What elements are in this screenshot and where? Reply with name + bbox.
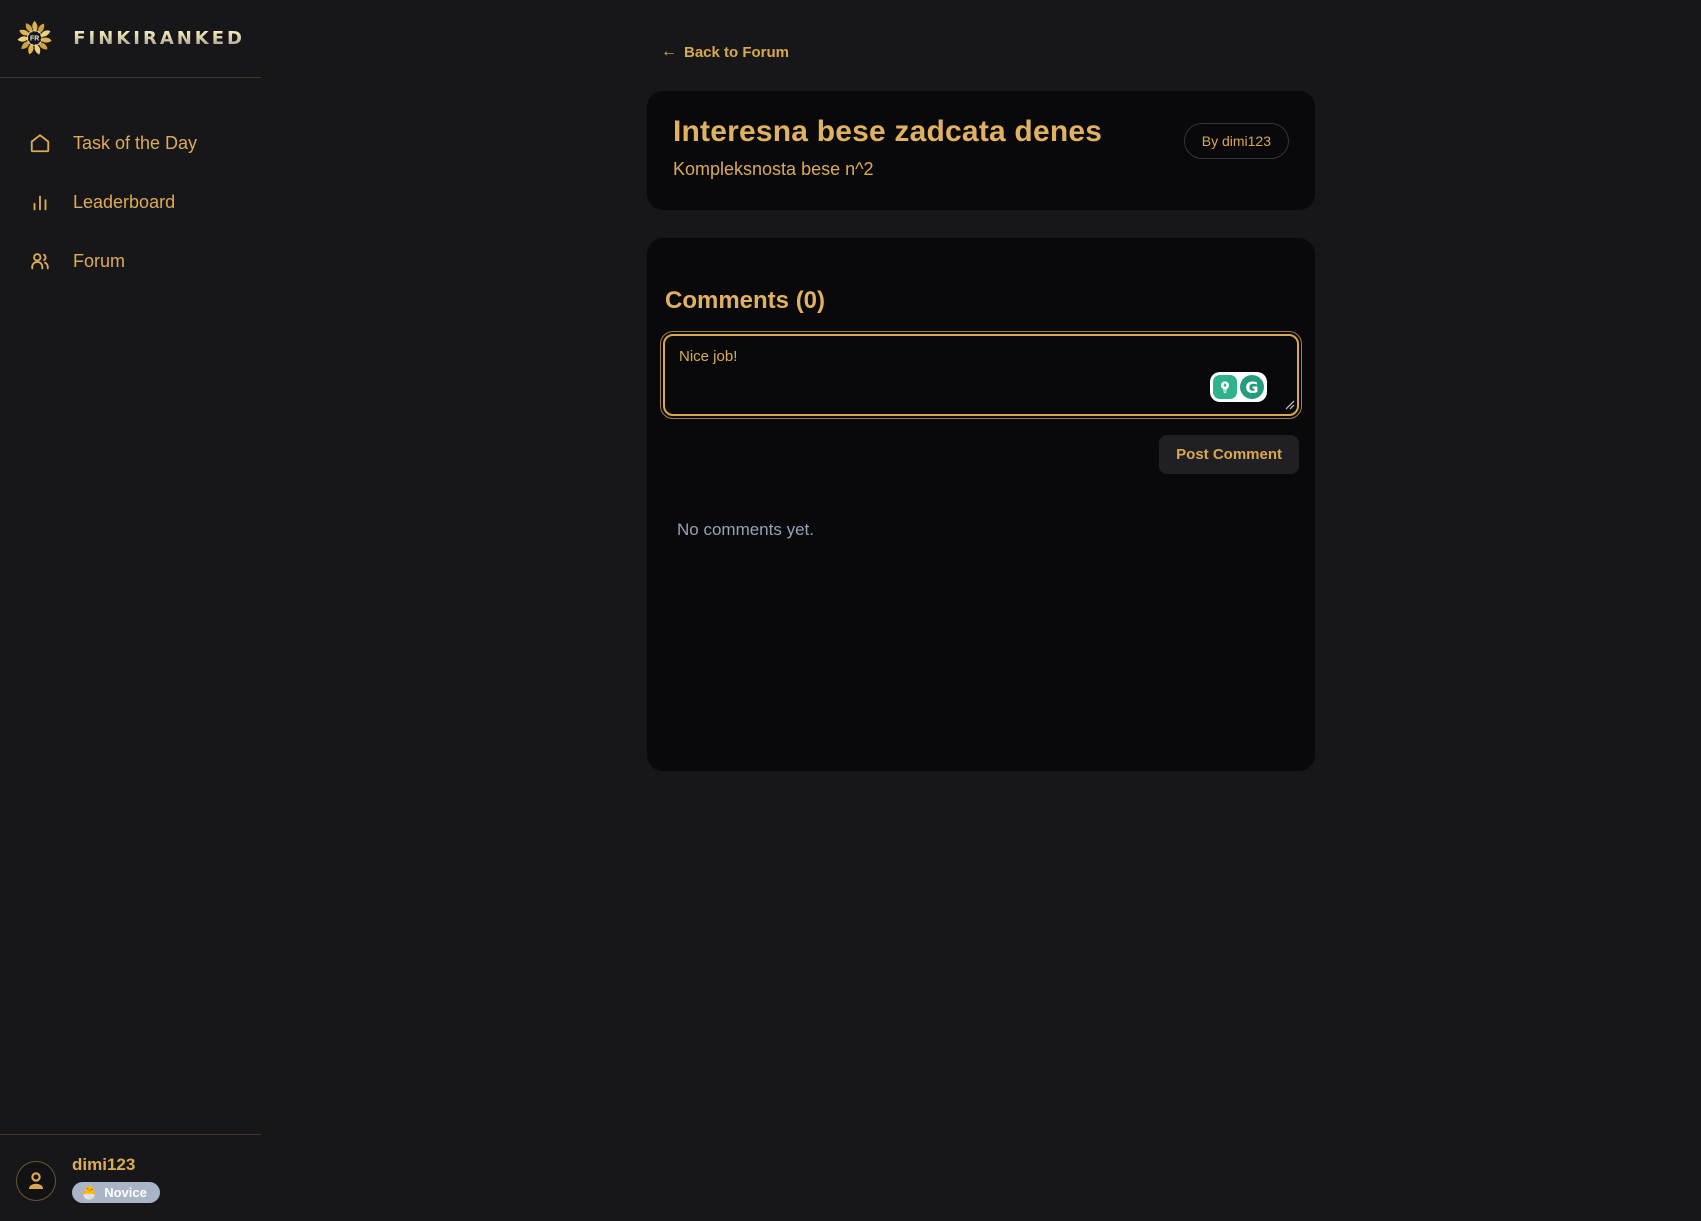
- sidebar-item-label: Task of the Day: [73, 133, 197, 154]
- bar-chart-icon: [29, 191, 51, 213]
- laurel-wreath-logo-icon: FR: [14, 15, 55, 61]
- grammarly-suggestions-icon[interactable]: [1213, 375, 1237, 399]
- post-body: Kompleksnosta bese n^2: [673, 159, 1102, 180]
- textarea-resize-handle[interactable]: [1284, 399, 1295, 410]
- sidebar-user-section: dimi123 🐣 Novice: [0, 1134, 261, 1221]
- comment-input-wrapper: Nice job! G: [663, 334, 1299, 416]
- user-meta: dimi123 🐣 Novice: [72, 1155, 160, 1203]
- comments-card: Comments (0) Nice job! G: [647, 238, 1315, 771]
- brand-logo[interactable]: FR FINKIRANKED: [0, 0, 261, 77]
- avatar: [16, 1161, 56, 1201]
- person-icon: [24, 1169, 48, 1193]
- main-content: ← Back to Forum Interesna bese zadcata d…: [261, 0, 1701, 1221]
- post-card: Interesna bese zadcata denes Kompleksnos…: [647, 91, 1315, 210]
- back-to-forum-link[interactable]: ← Back to Forum: [647, 43, 789, 61]
- sidebar: FR FINKIRANKED Task of the Day Leaderboa…: [0, 0, 261, 1221]
- sidebar-item-forum[interactable]: Forum: [16, 248, 245, 274]
- rank-badge: 🐣 Novice: [72, 1182, 160, 1203]
- comments-empty-state: No comments yet.: [663, 520, 1299, 540]
- grammarly-icon[interactable]: G: [1240, 375, 1264, 399]
- user-name: dimi123: [72, 1155, 160, 1175]
- comment-actions-row: Post Comment: [663, 435, 1299, 474]
- sidebar-nav: Task of the Day Leaderboard Forum: [0, 130, 261, 274]
- post-text-block: Interesna bese zadcata denes Kompleksnos…: [673, 115, 1102, 180]
- back-link-label: Back to Forum: [684, 44, 789, 61]
- brand-wordmark: FINKIRANKED: [73, 28, 245, 49]
- author-badge: By dimi123: [1184, 123, 1289, 159]
- left-arrow-icon: ←: [661, 43, 677, 61]
- sidebar-item-label: Leaderboard: [73, 192, 175, 213]
- logo-monogram: FR: [30, 36, 39, 43]
- content-column: ← Back to Forum Interesna bese zadcata d…: [647, 43, 1315, 771]
- chick-emoji-icon: 🐣: [81, 1186, 97, 1199]
- grammarly-widget[interactable]: G: [1210, 372, 1267, 402]
- sidebar-top-divider: [0, 77, 261, 78]
- post-comment-button[interactable]: Post Comment: [1159, 435, 1299, 474]
- user-profile[interactable]: dimi123 🐣 Novice: [0, 1135, 261, 1221]
- post-title: Interesna bese zadcata denes: [673, 115, 1102, 149]
- comment-input[interactable]: Nice job!: [663, 334, 1299, 416]
- users-icon: [29, 250, 51, 272]
- sidebar-item-leaderboard[interactable]: Leaderboard: [16, 189, 245, 215]
- rank-label: Novice: [104, 1185, 147, 1200]
- sidebar-item-label: Forum: [73, 251, 125, 272]
- sidebar-item-task-of-the-day[interactable]: Task of the Day: [16, 130, 245, 156]
- comments-heading: Comments (0): [663, 287, 1299, 315]
- home-icon: [29, 132, 51, 154]
